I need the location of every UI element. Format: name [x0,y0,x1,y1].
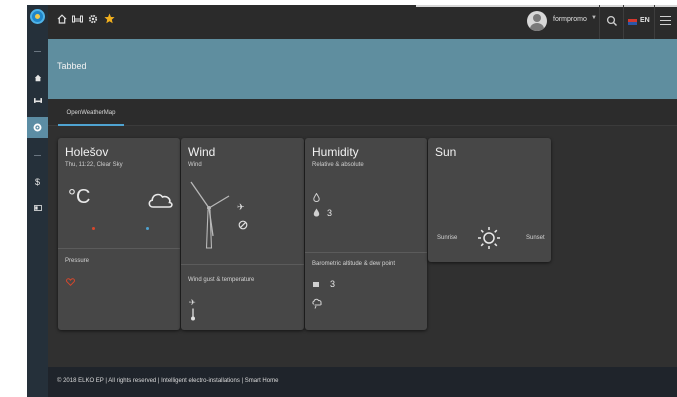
cloud-icon [148,193,173,208]
dew-point-icon [312,298,322,309]
temperature-unit: °C [68,186,91,208]
sun-title: Sun [435,145,457,159]
card-divider [305,252,427,253]
star-icon[interactable] [104,13,115,27]
language-selector[interactable]: EN [640,17,650,24]
app-logo[interactable] [30,9,45,24]
divider [599,5,600,39]
app-frame: $ formpromo ▼ EN Tabbed OpenWeatherMap H… [27,5,677,397]
card-divider [58,248,180,249]
sidebar-more-icon[interactable] [34,51,41,52]
humidity-card: Humidity Relative & absolute 3 Barometri… [305,138,427,330]
absolute-humidity-icon [313,208,320,217]
heart-outline-icon [66,278,75,286]
temperature-min-dot [92,227,95,230]
wind-card: Wind Wind ✈ Wind gust & temperature ✈ [181,138,304,330]
humidity-subtitle: Relative & absolute [312,162,364,168]
gear-icon[interactable] [88,14,98,27]
location-title: Holešov [65,145,109,159]
altitude-icon [313,282,319,287]
pressure-label: Pressure [65,258,90,264]
divider [654,5,655,39]
thermometer-icon [191,308,195,321]
sun-card: Sun Sunrise Sunset [428,138,551,262]
humidity-title: Humidity [312,145,359,159]
absolute-humidity-value: 3 [327,208,333,218]
page-header: Tabbed [48,39,677,99]
divider [623,5,624,39]
sidebar-more-icon-2[interactable] [34,155,41,156]
sidebar-gear-icon[interactable] [27,117,48,138]
sidebar-sofa-icon[interactable] [27,90,48,111]
sidebar: $ [27,5,48,397]
search-icon[interactable] [605,14,619,28]
footer: © 2018 ELKO EP | All rights reserved | I… [48,367,677,397]
chevron-down-icon[interactable]: ▼ [591,15,597,21]
sidebar-display-icon[interactable] [27,197,48,218]
menu-icon[interactable] [660,16,671,25]
altitude-value: 3 [330,279,336,289]
humidity-drop-icon [313,193,320,202]
barometric-label: Barometric altitude & dew point [312,261,396,267]
page-title: Tabbed [57,61,87,71]
sidebar-dollar-icon[interactable]: $ [27,171,48,192]
flag-icon[interactable] [628,19,637,25]
sidebar-home-icon[interactable] [27,67,48,88]
wind-direction-icon: ✈ [237,202,245,212]
top-bar-rule [416,5,677,7]
wind-turbine-icon [190,181,230,249]
wind-subtitle: Wind [188,162,202,168]
tab-strip: OpenWeatherMap [48,99,677,126]
sunrise-label: Sunrise [437,235,458,241]
sofa-icon[interactable] [72,14,83,26]
sunset-label: Sunset [526,235,545,241]
tab-openweathermap[interactable]: OpenWeatherMap [58,99,124,126]
username[interactable]: formpromo [553,16,587,23]
temperature-max-dot [146,227,149,230]
home-icon[interactable] [57,14,67,27]
wind-gust-icon: ✈ [189,298,196,307]
no-data-icon [238,220,248,230]
avatar[interactable] [527,11,547,31]
location-card: Holešov Thu, 11:22, Clear Sky °C Pressur… [58,138,180,330]
footer-text: © 2018 ELKO EP | All rights reserved | I… [57,378,279,384]
top-bar: formpromo ▼ EN [48,5,677,39]
location-subtitle: Thu, 11:22, Clear Sky [65,162,123,168]
wind-gust-label: Wind gust & temperature [188,277,255,283]
card-divider [181,264,304,265]
wind-title: Wind [188,145,216,159]
sun-icon [478,227,500,249]
